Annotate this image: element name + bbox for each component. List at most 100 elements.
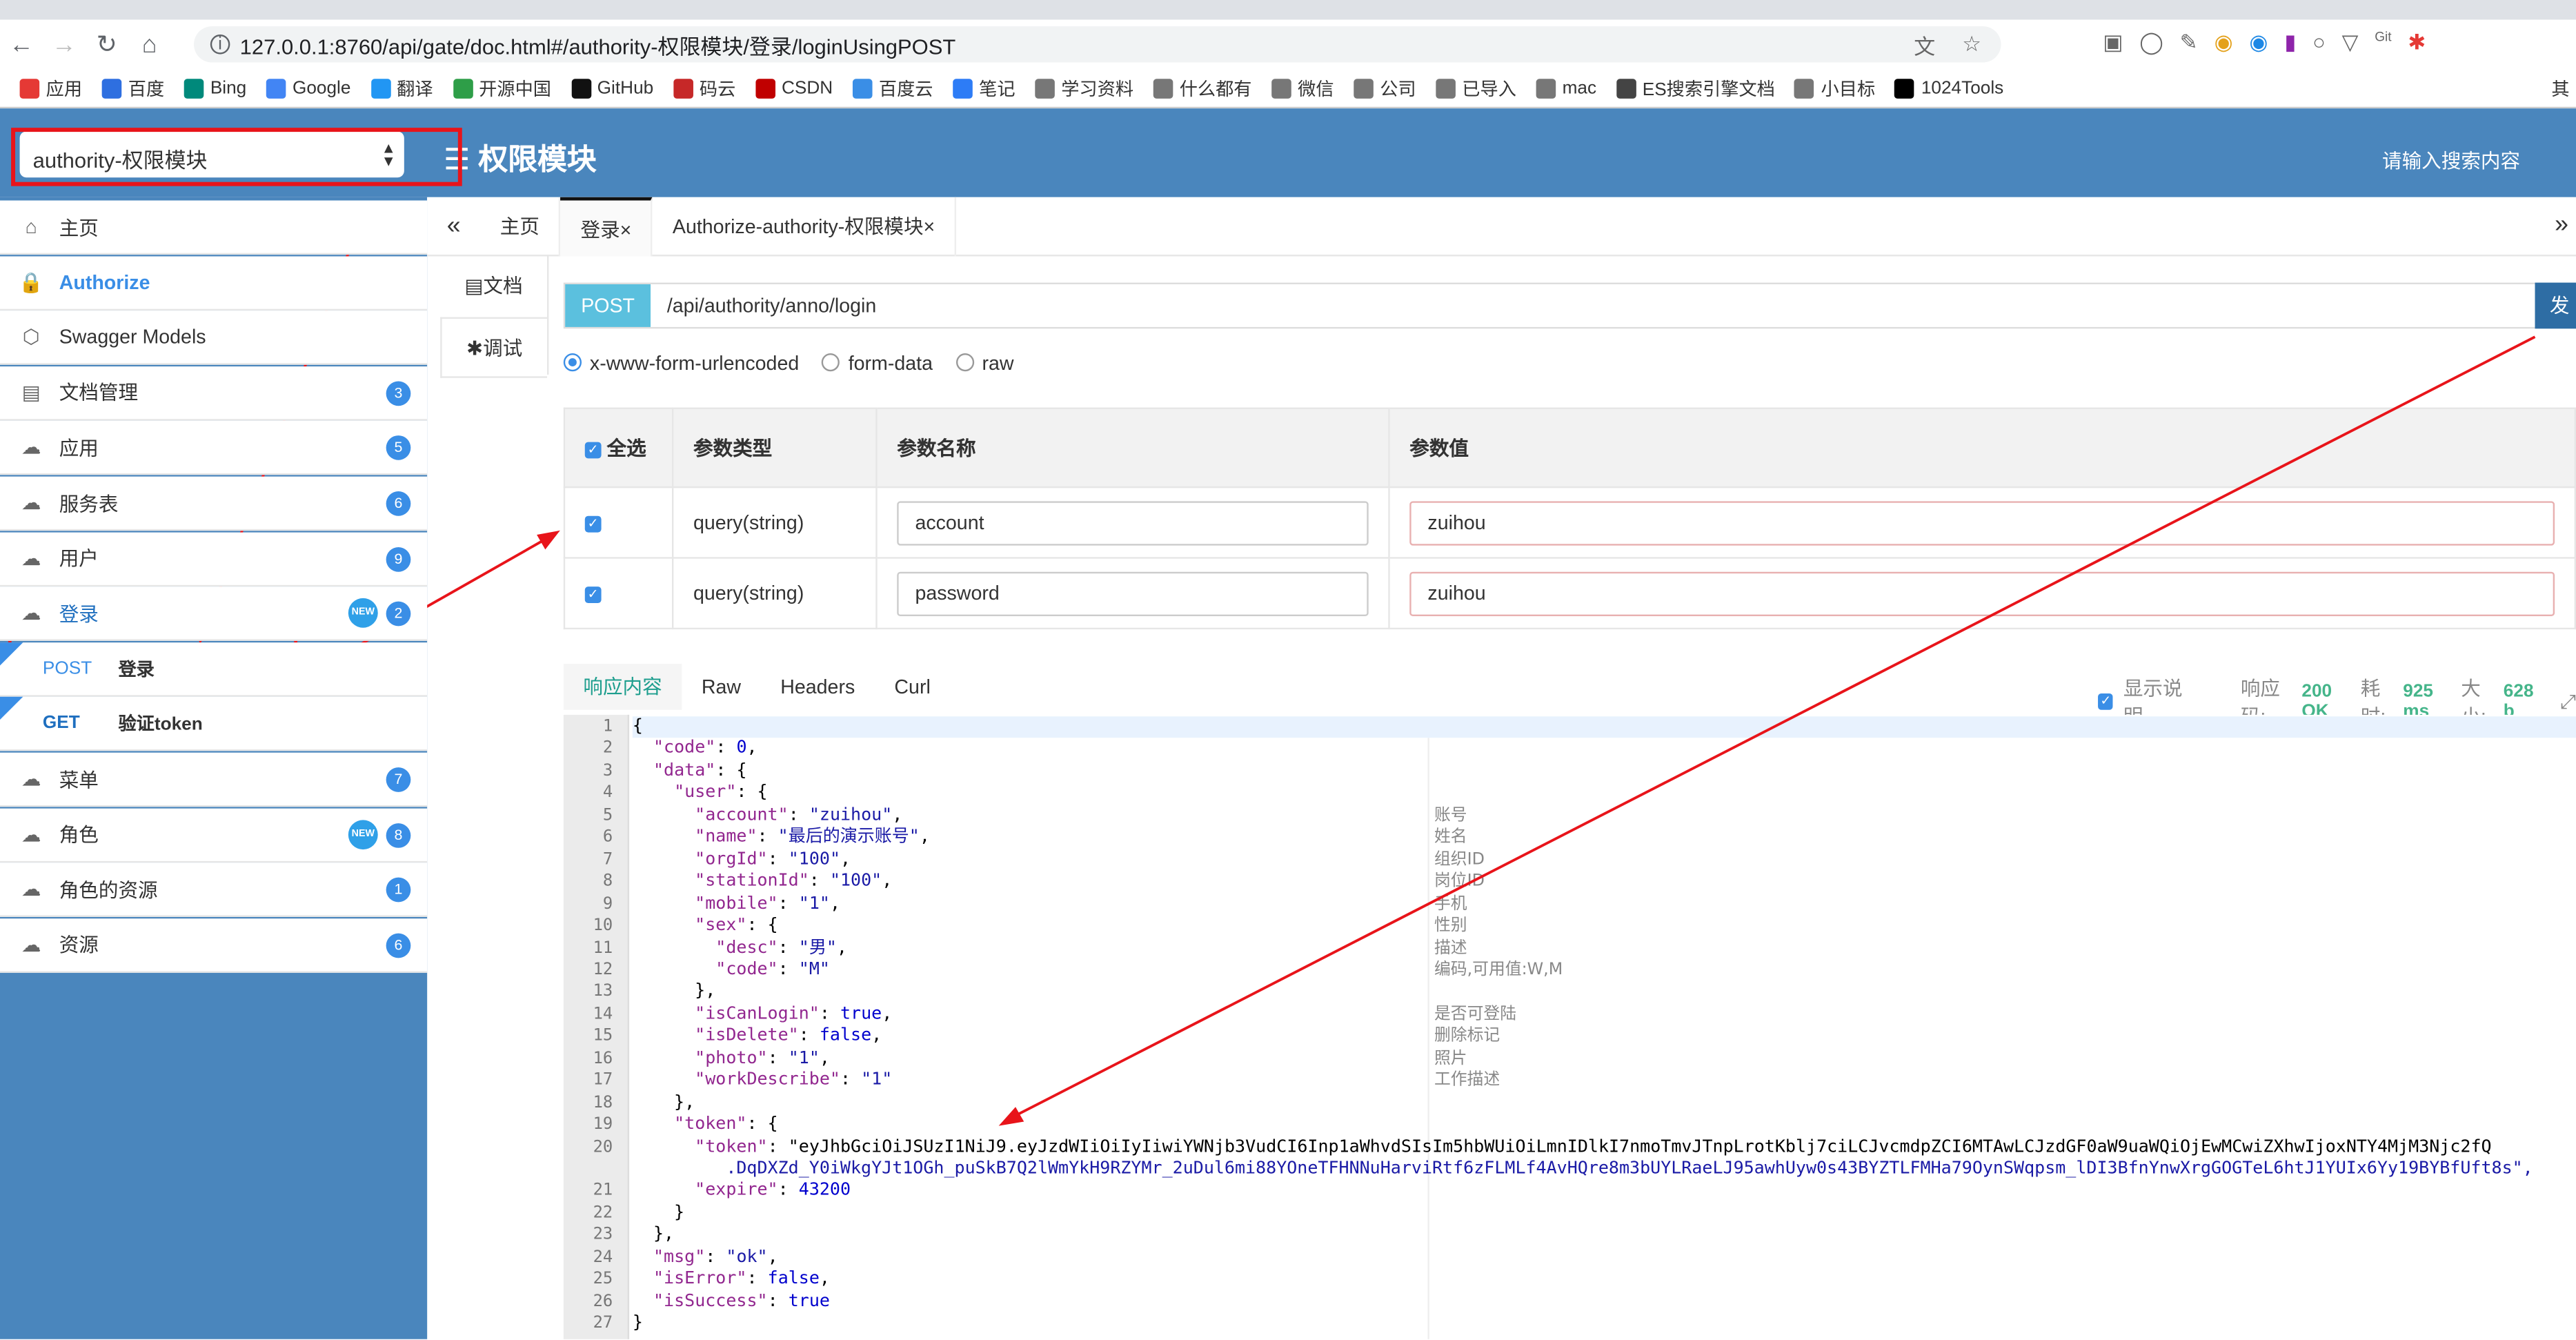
extension-icon[interactable]: ◉ <box>2215 30 2233 56</box>
response-tab[interactable]: 响应内容 <box>563 664 682 710</box>
extensions: ▣ ◯ ✎ ◉ ◉ ▮ ○ ▽ Git ✱ <box>2103 30 2426 56</box>
bookmark-item[interactable]: 微信 <box>1271 75 1334 101</box>
sidebar-item[interactable]: ☁ 资源 6 <box>0 918 428 973</box>
bookmark-item[interactable]: 百度云 <box>852 75 933 101</box>
sidebar-api-get[interactable]: GET 验证token <box>0 697 428 752</box>
back-icon[interactable]: ← <box>0 30 43 58</box>
sidebar-api-post[interactable]: POST 登录 <box>0 642 428 697</box>
sidebar-item[interactable]: ☁ 角色 NEW 8 <box>0 807 428 863</box>
show-desc-checkbox[interactable]: ✓ <box>2098 693 2114 710</box>
tab-item[interactable]: 登录× <box>560 196 653 256</box>
bookmark-item[interactable]: ES搜索引擎文档 <box>1616 75 1775 101</box>
code-line: "workDescribe": "1" <box>695 1070 893 1090</box>
radio-button[interactable] <box>822 353 840 372</box>
sidebar-item[interactable]: 🔒 Authorize <box>0 255 428 311</box>
vtab-doc[interactable]: ▤文档 <box>440 256 547 317</box>
sidebar-item[interactable]: ☁ 登录 NEW 2 <box>0 587 428 642</box>
bookmark-item[interactable]: 学习资料 <box>1035 75 1133 101</box>
bookmark-item[interactable]: 已导入 <box>1436 75 1516 101</box>
extension-icon[interactable]: ✎ <box>2180 30 2198 56</box>
extension-icon[interactable]: ◉ <box>2249 30 2268 56</box>
param-value-input[interactable]: zuihou <box>1409 571 2555 615</box>
response-editor[interactable]: 1 2 3 4 5 6 7 8 9 10 11 12 13 14 15 16 17 18 19 20 21 22 23 24 2… <box>563 714 2576 1339</box>
bookmark-more[interactable]: 其 <box>2551 75 2569 101</box>
json-literal: false <box>767 1269 820 1289</box>
bookmark-icon <box>370 78 390 98</box>
bookmark-item[interactable]: 翻译 <box>370 75 433 101</box>
path-input[interactable]: /api/authority/anno/login <box>651 284 2575 327</box>
extension-icon[interactable]: ◯ <box>2139 30 2163 56</box>
radio-button[interactable] <box>955 353 974 372</box>
json-key: "name" <box>695 827 757 847</box>
bookmark-item[interactable]: 小目标 <box>1794 75 1875 101</box>
bookmark-item[interactable]: 百度 <box>101 75 164 101</box>
method-label: GET <box>42 713 80 734</box>
sidebar-item[interactable]: ☁ 服务表 6 <box>0 476 428 531</box>
extension-icon[interactable]: ✱ <box>2408 30 2426 56</box>
bookmark-item[interactable]: Bing <box>184 78 246 98</box>
bookmark-label: 公司 <box>1380 79 1416 100</box>
cloud-api-icon: ☁ <box>21 767 41 791</box>
extension-icon[interactable]: ▽ <box>2342 30 2359 56</box>
response-tab[interactable]: Raw <box>682 664 760 710</box>
bookmark-item[interactable]: Google <box>266 78 350 98</box>
extension-icon[interactable]: ▣ <box>2103 30 2123 56</box>
reload-icon[interactable]: ↻ <box>86 30 128 59</box>
param-checkbox[interactable]: ✓ <box>584 586 602 603</box>
group-select[interactable]: authority-权限模块 ▲ ▼ <box>19 131 404 178</box>
collapse-tabs-button[interactable]: « <box>427 197 480 256</box>
sidebar-item[interactable]: ☁ 菜单 7 <box>0 752 428 807</box>
select-all-header[interactable]: ✓ 全选 <box>563 407 674 489</box>
bookmark-item[interactable]: 码云 <box>673 75 735 101</box>
response-tab[interactable]: Headers <box>761 664 875 710</box>
extension-icon[interactable]: Git <box>2375 30 2391 56</box>
radio-button[interactable] <box>563 353 582 372</box>
desc-divider <box>1427 738 1429 1339</box>
sidebar-item[interactable]: ☁ 应用 5 <box>0 421 428 476</box>
param-name-input[interactable]: account <box>897 500 1369 545</box>
expand-tabs-button[interactable]: » <box>2555 210 2568 238</box>
star-icon[interactable]: ☆ <box>1962 31 1981 57</box>
bookmark-item[interactable]: CSDN <box>755 78 833 98</box>
content-type-option[interactable]: form-data <box>822 352 933 375</box>
param-checkbox[interactable]: ✓ <box>584 515 602 533</box>
bookmark-item[interactable]: 笔记 <box>953 75 1015 101</box>
bookmark-item[interactable]: 应用 <box>19 75 82 101</box>
bookmark-item[interactable]: mac <box>1536 78 1596 98</box>
bookmark-item[interactable]: GitHub <box>571 78 653 98</box>
bookmark-item[interactable]: 什么都有 <box>1153 75 1251 101</box>
bookmark-item[interactable]: 1024Tools <box>1894 78 2003 98</box>
response-tab[interactable]: Curl <box>875 664 951 710</box>
sidebar-item[interactable]: ⬡ Swagger Models <box>0 311 428 366</box>
url-field[interactable]: i 127.0.0.1:8760/api/gate/doc.html#/autho… <box>194 26 2001 63</box>
sidebar-item[interactable]: ▤ 文档管理 3 <box>0 366 428 421</box>
json-string: "1" <box>788 1047 820 1068</box>
sidebar-item[interactable]: ⌂ 主页 <box>0 200 428 255</box>
select-all-checkbox[interactable]: ✓ <box>584 442 602 459</box>
bookmark-item[interactable]: 开源中国 <box>453 75 551 101</box>
fullscreen-icon[interactable]: ⤢ <box>2560 689 2576 714</box>
translate-icon[interactable]: 文 <box>1914 29 1935 60</box>
home-icon[interactable]: ⌂ <box>128 30 171 58</box>
param-name-input[interactable]: password <box>897 571 1369 615</box>
content-type-option[interactable]: x-www-form-urlencoded <box>563 352 799 375</box>
new-badge: NEW <box>348 598 378 629</box>
vtab-debug[interactable]: ✱调试 <box>440 317 548 378</box>
tab-item[interactable]: 主页 <box>480 196 561 256</box>
extension-icon[interactable]: ○ <box>2312 30 2326 56</box>
sidebar-item[interactable]: ☁ 角色的资源 1 <box>0 863 428 918</box>
field-description: 姓名 <box>1434 828 1467 847</box>
tab-item[interactable]: Authorize-authority-权限模块× <box>653 196 957 256</box>
info-icon[interactable]: i <box>210 35 230 55</box>
param-check-cell: ✓ <box>563 557 674 630</box>
sidebar-item[interactable]: ☁ 用户 9 <box>0 531 428 587</box>
send-button[interactable]: 发 <box>2535 282 2576 329</box>
extension-icon[interactable]: ▮ <box>2284 30 2296 56</box>
content-type-option[interactable]: raw <box>955 352 1014 375</box>
search-input[interactable]: 请输入搜索内容 <box>2382 146 2520 174</box>
json-key: "isCanLogin" <box>695 1003 820 1024</box>
param-value-input[interactable]: zuihou <box>1409 500 2555 545</box>
forward-icon[interactable]: → <box>43 30 86 58</box>
bookmark-item[interactable]: 公司 <box>1354 75 1416 101</box>
sidebar-item-label: Authorize <box>59 270 150 294</box>
